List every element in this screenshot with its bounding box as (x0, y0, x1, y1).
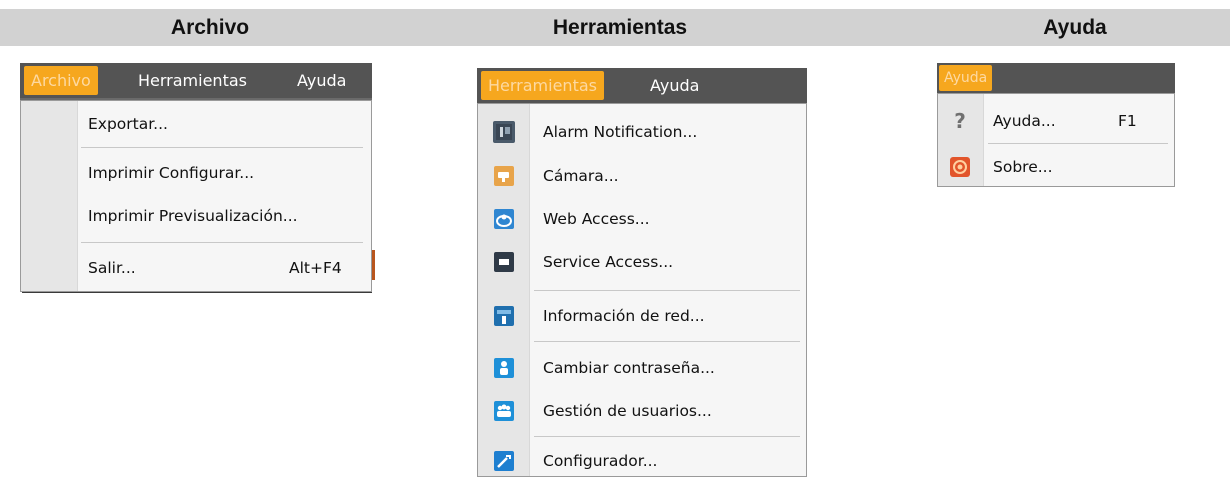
menu-herramientas[interactable]: Herramientas (131, 66, 254, 95)
menu-item-gestion-de-usuarios[interactable]: Gestión de usuarios... (478, 399, 806, 425)
menu-item-label: Configurador... (543, 452, 658, 470)
menu-item-label: Cambiar contraseña... (543, 359, 715, 377)
menu-item-imprimir-configurar[interactable]: Imprimir Configurar... (21, 164, 371, 188)
about-icon (949, 156, 971, 178)
menu-item-cambiar-contrasena[interactable]: Cambiar contraseña... (478, 356, 806, 382)
column-title-herramientas: Herramientas (552, 16, 688, 39)
menu-item-web-access[interactable]: Web Access... (478, 207, 806, 233)
column-title-archivo: Archivo (170, 16, 250, 39)
menu-herramientas[interactable]: Herramientas (481, 71, 604, 100)
menu-item-alarm-notification[interactable]: Alarm Notification... (478, 120, 806, 146)
menu-separator (988, 143, 1168, 144)
menu-item-configurador[interactable]: Configurador... (478, 449, 806, 475)
menu-ayuda[interactable]: Ayuda (290, 66, 353, 95)
help-icon: ? (954, 109, 966, 133)
alarm-notification-icon (493, 121, 515, 143)
menu-item-exportar[interactable]: Exportar... (21, 115, 371, 139)
menu-item-label: Imprimir Previsualización... (88, 207, 298, 225)
menu-ayuda[interactable]: Ayuda (939, 65, 993, 91)
menu-item-label: Exportar... (88, 115, 168, 133)
menu-item-imprimir-previsualizacion[interactable]: Imprimir Previsualización... (21, 207, 371, 231)
menu-item-label: Sobre... (993, 158, 1053, 176)
menu-item-label: Web Access... (543, 210, 650, 228)
ayuda-menubar: Ayuda (937, 63, 1175, 93)
network-info-icon (493, 305, 515, 327)
menu-ayuda[interactable]: Ayuda (643, 71, 706, 100)
menu-item-salir[interactable]: Salir... Alt+F4 (21, 259, 371, 283)
wrench-icon (493, 450, 515, 472)
menu-separator (534, 341, 800, 342)
menu-item-shortcut: F1 (1118, 112, 1137, 130)
column-title-ayuda: Ayuda (1043, 16, 1107, 39)
backdrop-fragment (372, 250, 375, 280)
menu-item-ayuda[interactable]: ? Ayuda... F1 (938, 110, 1174, 134)
ayuda-dropdown: ? Ayuda... F1 Sobre... (937, 93, 1175, 187)
menu-archivo[interactable]: Archivo (24, 66, 98, 95)
menu-item-sobre[interactable]: Sobre... (938, 156, 1174, 180)
menu-item-service-access[interactable]: Service Access... (478, 250, 806, 276)
users-icon (493, 400, 515, 422)
menu-item-label: Cámara... (543, 167, 619, 185)
menu-separator (534, 290, 800, 291)
web-access-icon (493, 208, 515, 230)
service-access-icon (493, 251, 515, 273)
menu-item-label: Service Access... (543, 253, 674, 271)
menu-item-camara[interactable]: Cámara... (478, 164, 806, 190)
archivo-dropdown: Exportar... Imprimir Configurar... Impri… (20, 100, 372, 292)
herramientas-menubar: Herramientas Ayuda (477, 68, 807, 103)
menu-separator (81, 147, 363, 148)
menu-separator (81, 242, 363, 243)
menu-item-informacion-de-red[interactable]: Información de red... (478, 304, 806, 330)
header-band: Archivo Herramientas Ayuda (0, 9, 1230, 46)
camera-icon (493, 165, 515, 187)
menu-item-label: Ayuda... (993, 112, 1056, 130)
herramientas-dropdown: Alarm Notification... Cámara... Web Acce… (477, 103, 807, 477)
menu-item-shortcut: Alt+F4 (289, 259, 342, 277)
menu-item-label: Información de red... (543, 307, 705, 325)
menu-item-label: Imprimir Configurar... (88, 164, 255, 182)
menu-separator (534, 436, 800, 437)
menu-item-label: Alarm Notification... (543, 123, 698, 141)
user-icon (493, 357, 515, 379)
menu-item-label: Gestión de usuarios... (543, 402, 712, 420)
archivo-menubar: Archivo Herramientas Ayuda (20, 63, 372, 98)
menu-item-label: Salir... (88, 259, 136, 277)
